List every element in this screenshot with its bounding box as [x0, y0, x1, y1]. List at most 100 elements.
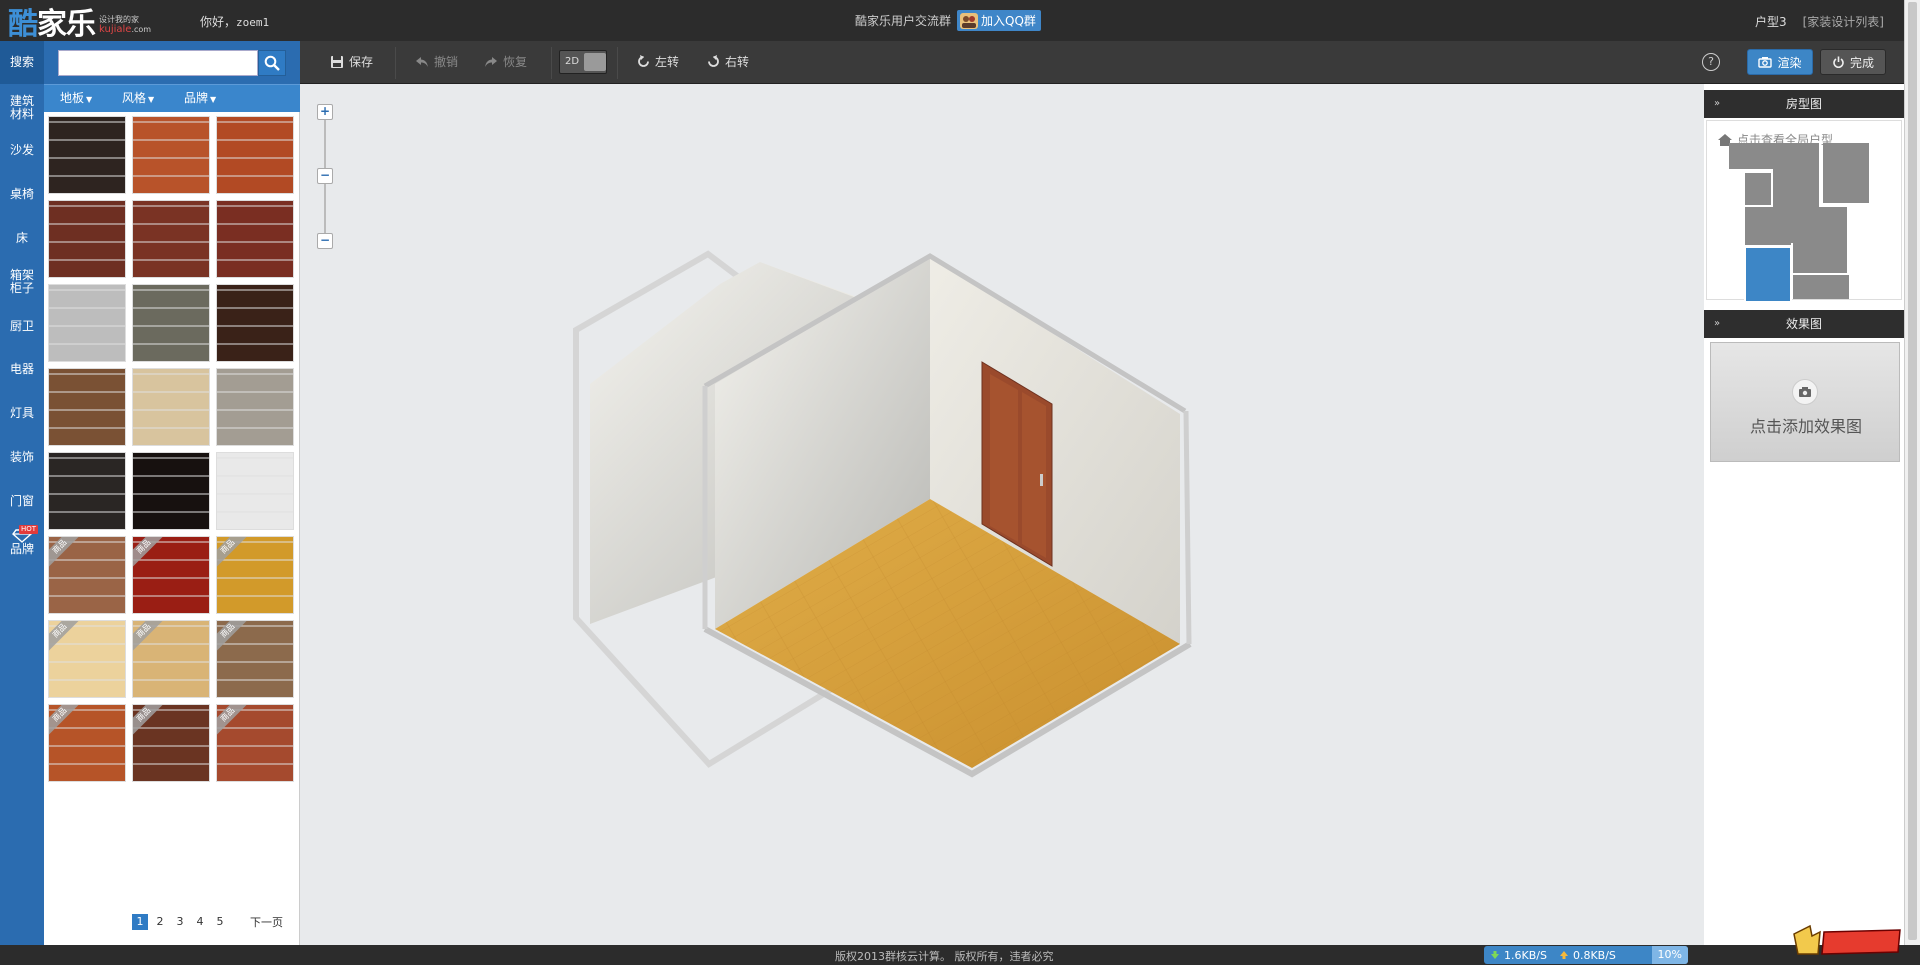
material-tile[interactable]: 商品: [132, 536, 210, 614]
floorplan-header[interactable]: » 房型图: [1704, 90, 1904, 118]
undo-button[interactable]: 撤销: [415, 53, 458, 70]
material-tile[interactable]: [216, 452, 294, 530]
rotate-right-button[interactable]: 右转: [707, 53, 749, 70]
product-tag: 商品: [133, 537, 166, 569]
username[interactable]: zoem1: [236, 16, 269, 29]
page-2[interactable]: 2: [152, 914, 168, 930]
render-button[interactable]: 渲染: [1747, 49, 1813, 75]
floorplan-title: 房型图: [1785, 97, 1822, 111]
nav-item-kitchen-bath[interactable]: 厨卫: [0, 320, 44, 333]
category-nav: 搜索 建筑材料 沙发 桌椅 床 箱架柜子 厨卫 电器 灯具 装饰 门窗 HOT …: [0, 41, 44, 945]
join-qq-label: 加入QQ群: [981, 14, 1036, 28]
material-tile[interactable]: [216, 116, 294, 194]
product-tag: 商品: [133, 705, 166, 737]
product-tag: 商品: [133, 621, 166, 653]
collapse-icon[interactable]: »: [1714, 90, 1720, 118]
pagination: 1 2 3 4 5 下一页: [132, 914, 283, 930]
search-button[interactable]: [258, 50, 286, 76]
door-handle: [1040, 474, 1043, 486]
material-tile[interactable]: [216, 200, 294, 278]
nav-item-decoration[interactable]: 装饰: [0, 451, 44, 464]
redo-button[interactable]: 恢复: [484, 53, 527, 70]
material-tile[interactable]: [132, 116, 210, 194]
help-icon[interactable]: ?: [1702, 53, 1720, 71]
nav-item-appliances[interactable]: 电器: [0, 363, 44, 376]
page-5[interactable]: 5: [212, 914, 228, 930]
nav-item-cabinets[interactable]: 箱架柜子: [0, 269, 44, 295]
add-effect-button[interactable]: 点击添加效果图: [1710, 342, 1900, 462]
undo-icon: [416, 56, 428, 67]
download-speed: 1.6KB/S: [1504, 948, 1547, 962]
power-icon: [1833, 56, 1844, 68]
nav-item-sofa[interactable]: 沙发: [0, 144, 44, 157]
material-tile[interactable]: 商品: [132, 620, 210, 698]
greeting-text: 你好，: [200, 15, 237, 29]
effect-header[interactable]: » 效果图: [1704, 310, 1904, 338]
material-tile[interactable]: [216, 284, 294, 362]
material-tile[interactable]: [48, 284, 126, 362]
floorplan-map[interactable]: [1707, 121, 1903, 301]
material-tile[interactable]: 商品: [216, 536, 294, 614]
camera-icon: [1792, 379, 1818, 405]
material-tile[interactable]: [48, 200, 126, 278]
product-tag: 商品: [49, 705, 82, 737]
house-type-label[interactable]: 户型3: [1755, 13, 1787, 30]
save-button[interactable]: 保存: [330, 53, 373, 70]
undo-label: 撤销: [434, 55, 459, 69]
material-tile[interactable]: [48, 368, 126, 446]
material-tile[interactable]: [48, 452, 126, 530]
material-tile[interactable]: 商品: [216, 704, 294, 782]
nav-item-brand[interactable]: HOT 品牌: [0, 525, 44, 565]
top-bar: 酷家乐 设计我的家 kujiale.com 你好，zoem1 酷家乐用户交流群 …: [0, 0, 1920, 42]
view-2d-toggle[interactable]: 2D: [559, 50, 607, 74]
filter-style[interactable]: 风格 ▼: [106, 85, 168, 112]
page-4[interactable]: 4: [192, 914, 208, 930]
collapse-icon[interactable]: »: [1714, 310, 1720, 338]
filter-brand[interactable]: 品牌 ▼: [168, 85, 230, 112]
render-label: 渲染: [1777, 55, 1802, 70]
logo-domain-b: .com: [131, 25, 152, 34]
floorplan-preview[interactable]: 点击查看全局户型: [1706, 120, 1903, 301]
page-scrollbar[interactable]: [1904, 0, 1920, 945]
nav-item-doors-windows[interactable]: 门窗: [0, 495, 44, 508]
download-arrow-icon: [1491, 951, 1499, 959]
material-tile[interactable]: 商品: [216, 620, 294, 698]
page-3[interactable]: 3: [172, 914, 188, 930]
done-button[interactable]: 完成: [1820, 49, 1886, 75]
nav-item-search[interactable]: 搜索: [0, 41, 44, 84]
material-tile[interactable]: [132, 284, 210, 362]
save-icon: [331, 55, 343, 68]
search-input[interactable]: [58, 50, 258, 76]
material-tile[interactable]: 商品: [48, 620, 126, 698]
material-tile[interactable]: 商品: [48, 704, 126, 782]
material-tile[interactable]: 商品: [48, 536, 126, 614]
rotate-left-button[interactable]: 左转: [637, 53, 679, 70]
page-1[interactable]: 1: [132, 914, 148, 930]
room-3d-view[interactable]: [300, 84, 1704, 945]
scrollbar-thumb[interactable]: [1908, 2, 1917, 940]
add-effect-label: 点击添加效果图: [1749, 417, 1862, 436]
join-qq-button[interactable]: 加入QQ群: [957, 10, 1041, 31]
footer: 版权2013群核云计算。 版权所有，违者必究 1.6KB/S 0.8KB/S 1…: [0, 945, 1920, 965]
material-tile[interactable]: [216, 368, 294, 446]
effect-title: 效果图: [1785, 317, 1822, 331]
logo[interactable]: 酷家乐 设计我的家 kujiale.com: [8, 3, 152, 42]
material-tile[interactable]: [132, 452, 210, 530]
material-tile[interactable]: 商品: [132, 704, 210, 782]
material-tile[interactable]: [132, 200, 210, 278]
nav-item-tables-chairs[interactable]: 桌椅: [0, 188, 44, 201]
nav-item-lighting[interactable]: 灯具: [0, 407, 44, 420]
search-icon: [264, 55, 280, 71]
design-list-link[interactable]: [家装设计列表]: [1803, 13, 1884, 30]
watermark-logo: [1793, 924, 1901, 955]
material-tile[interactable]: [48, 116, 126, 194]
redo-icon: [485, 56, 497, 67]
next-page-link[interactable]: 下一页: [250, 914, 283, 930]
filter-floor[interactable]: 地板 ▼: [44, 85, 106, 112]
design-canvas[interactable]: + − −: [300, 84, 1704, 945]
material-tile[interactable]: [132, 368, 210, 446]
nav-item-bed[interactable]: 床: [0, 232, 44, 245]
network-speed: 1.6KB/S 0.8KB/S 10%: [1484, 946, 1688, 964]
nav-item-building-materials[interactable]: 建筑材料: [0, 95, 44, 121]
divider: [395, 47, 396, 79]
